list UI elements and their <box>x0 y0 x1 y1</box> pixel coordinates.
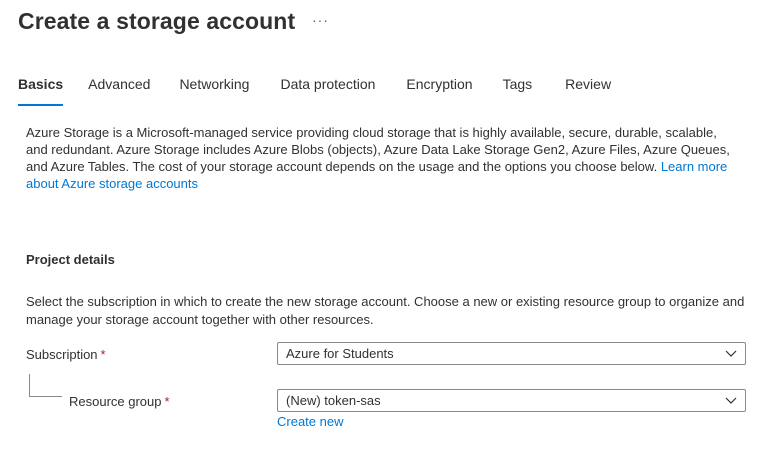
tab-bar: Basics Advanced Networking Data protecti… <box>18 76 611 106</box>
tree-connector-vertical <box>29 374 30 397</box>
resource-group-label: Resource group * <box>69 394 170 409</box>
resource-group-label-text: Resource group <box>69 394 162 409</box>
required-indicator: * <box>164 394 170 409</box>
project-details-description: Select the subscription in which to crea… <box>26 294 745 327</box>
tab-advanced[interactable]: Advanced <box>88 76 150 104</box>
chevron-down-icon <box>725 397 737 404</box>
tab-encryption[interactable]: Encryption <box>406 76 472 104</box>
intro-text: Azure Storage is a Microsoft-managed ser… <box>26 125 730 174</box>
page-title: Create a storage account <box>18 8 296 34</box>
project-details-heading: Project details <box>26 252 115 267</box>
subscription-label: Subscription * <box>26 347 106 362</box>
tab-tags[interactable]: Tags <box>503 76 533 104</box>
tree-connector-horizontal <box>29 396 62 397</box>
resource-group-value: (New) token-sas <box>286 393 381 408</box>
tab-basics[interactable]: Basics <box>18 76 64 106</box>
create-new-link[interactable]: Create new <box>277 414 343 429</box>
tab-review[interactable]: Review <box>565 76 611 104</box>
more-options-icon[interactable]: ··· <box>312 12 329 28</box>
tab-networking[interactable]: Networking <box>179 76 249 104</box>
tab-data-protection[interactable]: Data protection <box>280 76 375 104</box>
subscription-dropdown[interactable]: Azure for Students <box>277 342 746 365</box>
intro-paragraph: Azure Storage is a Microsoft-managed ser… <box>26 124 742 192</box>
resource-group-dropdown[interactable]: (New) token-sas <box>277 389 746 412</box>
subscription-value: Azure for Students <box>286 346 394 361</box>
required-indicator: * <box>100 347 106 362</box>
chevron-down-icon <box>725 350 737 357</box>
subscription-label-text: Subscription <box>26 347 98 362</box>
